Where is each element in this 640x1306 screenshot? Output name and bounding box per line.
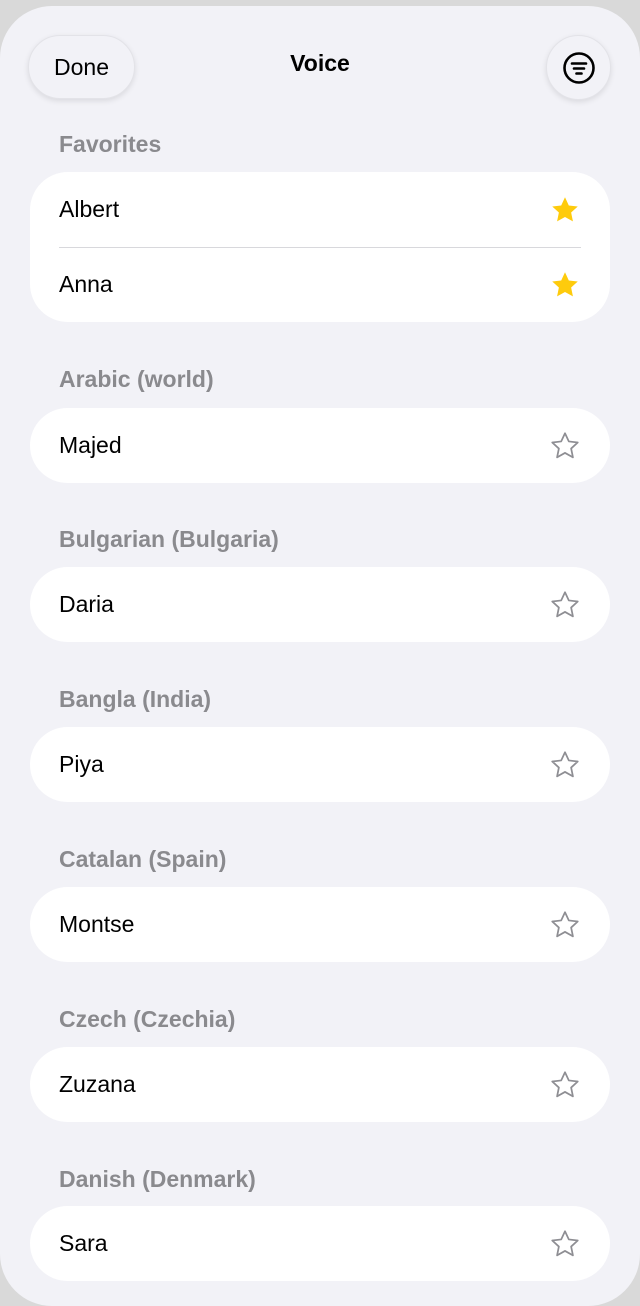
filter-button[interactable]	[546, 35, 611, 100]
voice-name: Sara	[59, 1230, 108, 1256]
voice-name: Anna	[59, 271, 113, 297]
star-outline-icon[interactable]	[550, 431, 580, 461]
voice-row[interactable]: Majed	[30, 408, 610, 483]
voice-group: Montse	[30, 887, 610, 962]
voice-name: Montse	[59, 911, 135, 937]
section-header: Bulgarian (Bulgaria)	[59, 526, 279, 552]
star-outline-icon[interactable]	[550, 1229, 580, 1259]
star-filled-icon[interactable]	[550, 195, 580, 225]
section-header: Czech (Czechia)	[59, 1006, 236, 1032]
voice-row[interactable]: Zuzana	[30, 1047, 610, 1122]
star-outline-icon[interactable]	[550, 1070, 580, 1100]
voice-name: Majed	[59, 432, 122, 458]
voice-row[interactable]: Montse	[30, 887, 610, 962]
voice-row[interactable]: Daria	[30, 567, 610, 642]
voice-group: Zuzana	[30, 1047, 610, 1122]
section-header: Arabic (world)	[59, 366, 214, 392]
navigation-bar: Done Voice	[0, 6, 640, 126]
voice-row[interactable]: Piya	[30, 727, 610, 802]
voice-row[interactable]: Anna	[30, 247, 610, 322]
voice-name: Albert	[59, 196, 120, 222]
voice-sheet: Done Voice Favorites Albert Anna Arabic (wo…	[0, 6, 640, 1306]
voice-group: Sara	[30, 1206, 610, 1281]
voice-group: Daria	[30, 567, 610, 642]
voice-name: Piya	[59, 751, 104, 777]
star-outline-icon[interactable]	[550, 910, 580, 940]
voice-group: Piya	[30, 727, 610, 802]
section-header: Catalan (Spain)	[59, 846, 227, 872]
filter-circle-icon	[562, 51, 596, 85]
page-title: Voice	[290, 50, 350, 76]
section-header: Bangla (India)	[59, 686, 212, 712]
voice-name: Zuzana	[59, 1071, 136, 1097]
voice-group: Majed	[30, 408, 610, 483]
voice-row[interactable]: Sara	[30, 1206, 610, 1281]
voice-name: Daria	[59, 591, 114, 617]
star-filled-icon[interactable]	[550, 270, 580, 300]
section-header: Favorites	[59, 131, 162, 157]
voice-row[interactable]: Albert	[30, 172, 610, 247]
star-outline-icon[interactable]	[550, 590, 580, 620]
section-header: Danish (Denmark)	[59, 1166, 256, 1192]
voice-group: Albert Anna	[30, 172, 610, 322]
star-outline-icon[interactable]	[550, 750, 580, 780]
